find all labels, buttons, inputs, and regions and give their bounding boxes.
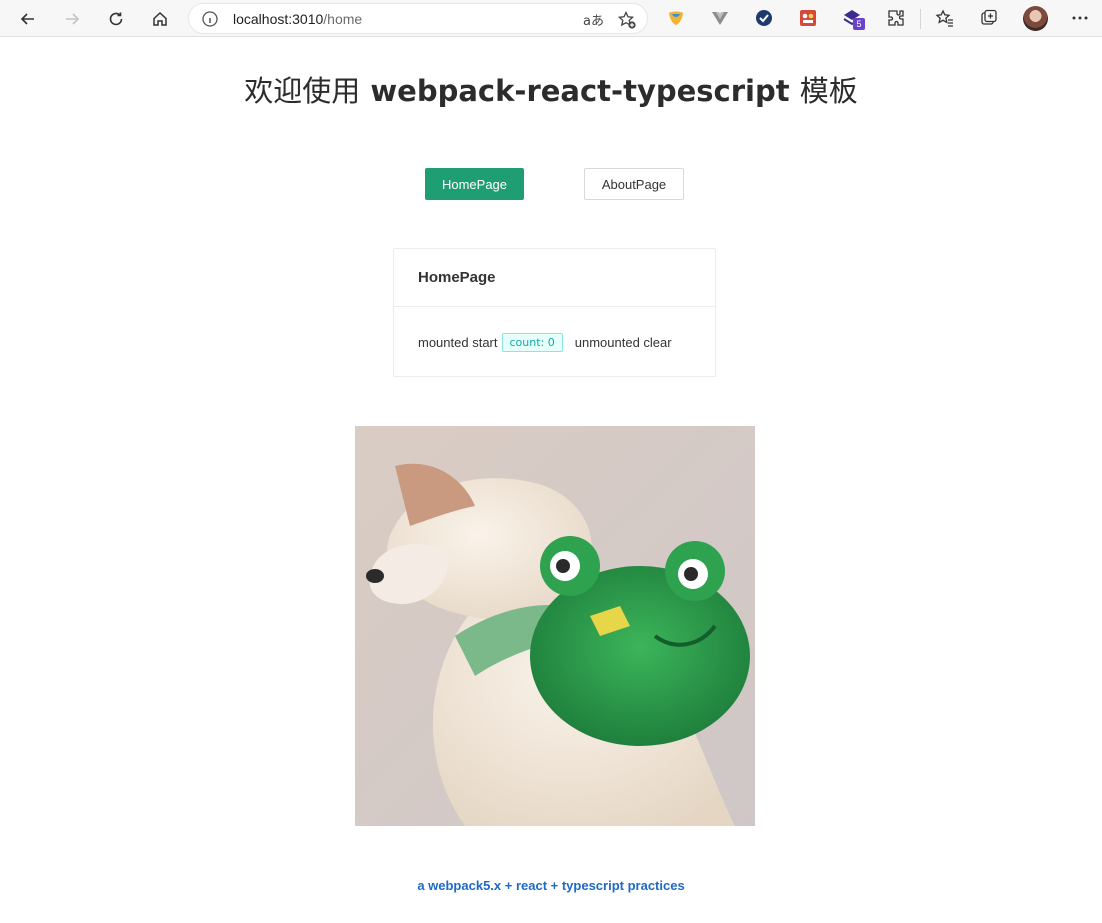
title-cn-prefix: 欢迎使用	[244, 74, 361, 108]
home-icon	[153, 11, 167, 26]
url-path: /home	[323, 11, 363, 27]
mounted-text: mounted start	[418, 334, 498, 350]
read-aloud-icon[interactable]: aあ	[583, 10, 604, 29]
layers-extension[interactable]: 5	[842, 8, 865, 30]
profile-avatar[interactable]	[1023, 6, 1048, 31]
refresh-icon	[109, 12, 123, 26]
extensions-icon[interactable]	[886, 8, 906, 28]
unmounted-text: unmounted clear	[574, 334, 672, 350]
extension-badge: 5	[853, 18, 865, 30]
brand-extension-icon[interactable]	[666, 8, 686, 28]
puzzle-game-icon[interactable]	[798, 8, 818, 28]
back-button[interactable]	[14, 5, 42, 33]
count-tag: count: 0	[501, 332, 563, 352]
reload-button[interactable]	[102, 5, 130, 33]
aboutpage-button[interactable]: AboutPage	[584, 168, 684, 200]
title-project-name: webpack-react-typescript	[370, 74, 790, 108]
homepage-card: HomePage mounted start count: 0 unmounte…	[393, 248, 716, 377]
card-body: mounted start count: 0 unmounted clear	[394, 307, 715, 377]
toolbar-divider	[920, 9, 921, 29]
dog-frog-image	[355, 426, 755, 826]
url-host: localhost:3010	[233, 11, 324, 27]
add-favorite-icon[interactable]	[617, 10, 637, 30]
url-text[interactable]: localhost:3010/home	[233, 11, 362, 27]
arrow-left-icon	[20, 13, 34, 25]
favorites-icon[interactable]	[935, 8, 955, 28]
check-circle-icon[interactable]	[754, 8, 774, 28]
vue-devtools-icon[interactable]	[710, 8, 730, 28]
page-title: 欢迎使用 webpack-react-typescript 模板	[0, 68, 1102, 110]
project-link[interactable]: a webpack5.x + react + typescript practi…	[0, 878, 1102, 893]
address-bar[interactable]: localhost:3010/home aあ	[188, 3, 648, 34]
info-icon[interactable]	[201, 10, 219, 28]
title-cn-suffix: 模板	[799, 74, 858, 108]
browser-toolbar: localhost:3010/home aあ 5	[0, 0, 1102, 37]
homepage-button[interactable]: HomePage	[425, 168, 524, 200]
collections-icon[interactable]	[979, 8, 999, 28]
home-button[interactable]	[146, 5, 174, 33]
forward-button[interactable]	[58, 5, 86, 33]
arrow-right-icon	[66, 13, 80, 25]
more-options-icon[interactable]	[1070, 8, 1090, 28]
dog-with-frog-backpack-illustration	[355, 426, 755, 826]
card-title: HomePage	[394, 249, 715, 307]
